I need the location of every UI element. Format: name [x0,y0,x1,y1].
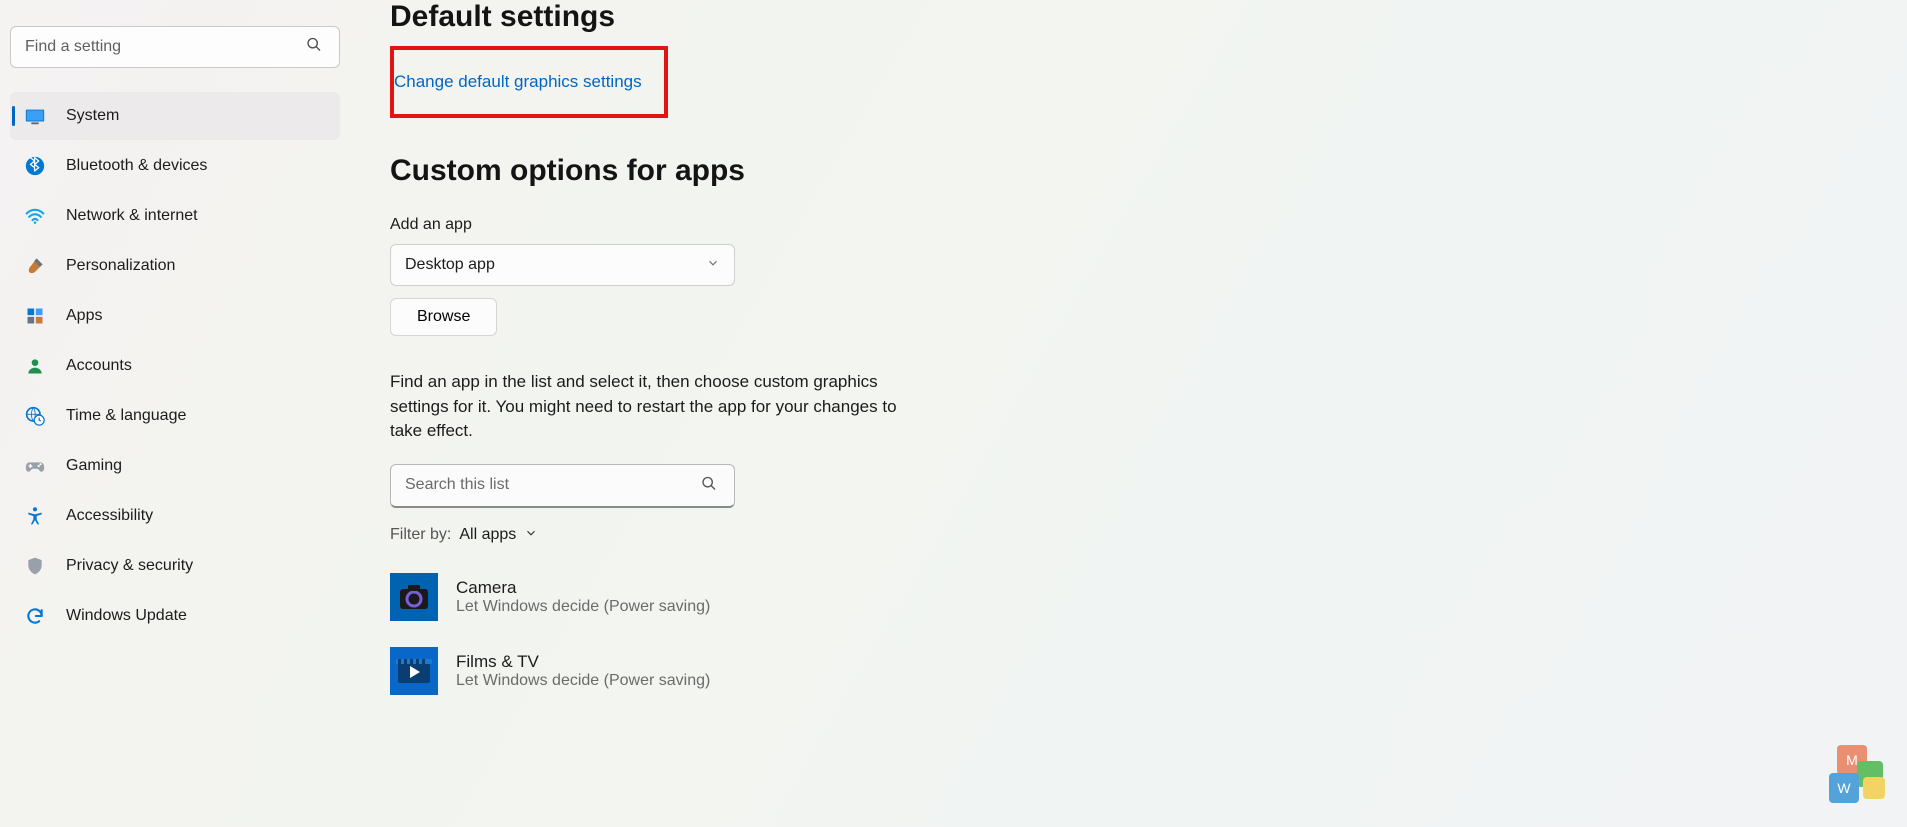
nav-item-windows-update[interactable]: Windows Update [10,592,340,640]
nav-item-privacy[interactable]: Privacy & security [10,542,340,590]
highlight-box: Change default graphics settings [390,46,668,118]
bluetooth-icon [24,155,46,177]
nav-label: Accessibility [66,507,153,525]
display-icon [24,105,46,127]
app-title: Films & TV [456,652,710,672]
watermark-yellow [1863,777,1885,799]
nav-item-apps[interactable]: Apps [10,292,340,340]
chevron-down-icon [706,256,720,275]
gamepad-icon [24,455,46,477]
nav-label: Accounts [66,357,132,375]
find-setting-search-wrap [10,26,340,68]
app-sub: Let Windows decide (Power saving) [456,598,710,616]
add-app-label: Add an app [390,216,1867,234]
apps-icon [24,305,46,327]
nav-item-accessibility[interactable]: Accessibility [10,492,340,540]
nav-item-personalization[interactable]: Personalization [10,242,340,290]
films-app-icon [390,647,438,695]
person-icon [24,355,46,377]
filter-value: All apps [459,526,516,544]
nav-item-bluetooth[interactable]: Bluetooth & devices [10,142,340,190]
nav-label: Windows Update [66,607,187,625]
filter-label: Filter by: [390,526,451,544]
camera-app-icon [390,573,438,621]
search-icon [701,475,717,496]
custom-options-heading: Custom options for apps [390,154,1867,188]
nav-item-gaming[interactable]: Gaming [10,442,340,490]
nav-item-time-language[interactable]: Time & language [10,392,340,440]
app-title: Camera [456,578,710,598]
select-value: Desktop app [405,256,495,274]
filter-row[interactable]: Filter by: All apps [390,526,1867,545]
watermark-logo: M W [1823,743,1883,803]
nav-item-network[interactable]: Network & internet [10,192,340,240]
nav: System Bluetooth & devices Network & int… [10,92,340,642]
wifi-icon [24,205,46,227]
default-settings-heading: Default settings [390,0,1867,34]
nav-label: Time & language [66,407,186,425]
help-text: Find an app in the list and select it, t… [390,370,930,444]
app-sub: Let Windows decide (Power saving) [456,672,710,690]
brush-icon [24,255,46,277]
browse-button[interactable]: Browse [390,298,497,336]
main-content: Default settings Change default graphics… [350,0,1907,827]
search-icon [306,37,322,58]
nav-label: Privacy & security [66,557,193,575]
globe-clock-icon [24,405,46,427]
nav-item-accounts[interactable]: Accounts [10,342,340,390]
nav-label: Network & internet [66,207,198,225]
app-row-camera[interactable]: Camera Let Windows decide (Power saving) [390,573,1867,621]
shield-icon [24,555,46,577]
find-setting-input[interactable] [10,26,340,68]
change-default-graphics-link[interactable]: Change default graphics settings [394,72,642,91]
nav-label: System [66,107,119,125]
update-icon [24,605,46,627]
app-row-films[interactable]: Films & TV Let Windows decide (Power sav… [390,647,1867,695]
nav-label: Apps [66,307,102,325]
chevron-down-icon [524,526,538,545]
sidebar: System Bluetooth & devices Network & int… [0,0,350,827]
nav-item-system[interactable]: System [10,92,340,140]
list-search-input[interactable] [390,464,735,508]
accessibility-icon [24,505,46,527]
nav-label: Gaming [66,457,122,475]
app-type-select[interactable]: Desktop app [390,244,735,286]
list-search-wrap [390,464,735,508]
nav-label: Personalization [66,257,175,275]
watermark-w: W [1829,773,1859,803]
nav-label: Bluetooth & devices [66,157,207,175]
